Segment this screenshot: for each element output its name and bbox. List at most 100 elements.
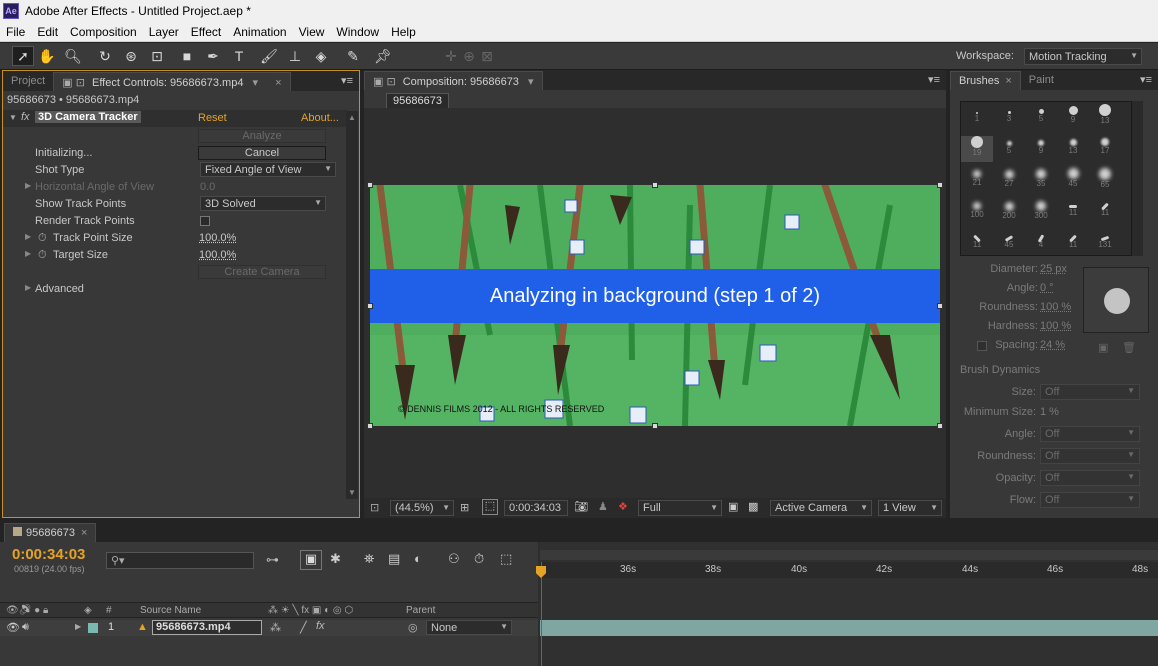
panel-menu-icon[interactable]: ▾≡ bbox=[1140, 73, 1152, 86]
magnification-dropdown[interactable]: (44.5%) ▼ bbox=[390, 500, 454, 516]
brush-tip[interactable]: 17 bbox=[1089, 136, 1121, 162]
effect-switch-icon[interactable]: fx bbox=[316, 620, 325, 632]
dropdown-icon[interactable]: ▾ bbox=[528, 76, 534, 88]
spacing-value[interactable]: 24 % bbox=[1040, 339, 1065, 351]
source-name-header[interactable]: Source Name bbox=[140, 605, 201, 616]
tab-project[interactable]: Project bbox=[3, 72, 53, 91]
size-dynamics-dropdown[interactable]: Off ▼ bbox=[1040, 384, 1140, 400]
reset-link[interactable]: Reset bbox=[198, 112, 227, 124]
tab-effect-controls[interactable]: ▣ ⊡ Effect Controls: 95686673.mp4 ▾ × bbox=[53, 72, 291, 91]
render-track-points-checkbox[interactable] bbox=[200, 216, 210, 226]
brush-tip[interactable]: 45 bbox=[1057, 168, 1089, 194]
show-track-points-dropdown[interactable]: 3D Solved ▼ bbox=[200, 196, 326, 211]
brush-tip[interactable]: 65 bbox=[1089, 168, 1121, 194]
show-snapshot-icon[interactable]: ♟ bbox=[598, 500, 608, 513]
layer-handle[interactable] bbox=[652, 182, 658, 188]
lock-icon[interactable]: ▣ ⊡ bbox=[62, 77, 85, 89]
tab-brushes[interactable]: Brushes × bbox=[950, 71, 1021, 90]
graph-editor-icon[interactable]: ⬚ bbox=[500, 551, 512, 567]
comp-mini-flowchart-icon[interactable]: ⊶ bbox=[266, 552, 279, 568]
current-time-field[interactable]: 0:00:34:03 bbox=[504, 500, 568, 516]
layer-handle[interactable] bbox=[937, 182, 943, 188]
live-update-icon[interactable]: ▣ bbox=[300, 550, 322, 570]
about-link[interactable]: About... bbox=[301, 112, 339, 124]
expand-triangle-icon[interactable]: ▶ bbox=[75, 622, 81, 631]
shot-type-dropdown[interactable]: Fixed Angle of View ▼ bbox=[200, 162, 336, 177]
time-ruler[interactable]: 36s 38s 40s 42s 44s 46s 48s bbox=[540, 562, 1158, 578]
brush-tip[interactable]: 35 bbox=[1025, 168, 1057, 194]
tab-timeline[interactable]: 95686673 × bbox=[4, 523, 97, 542]
puppet-pin-tool-icon[interactable]: 📌︎ bbox=[372, 46, 394, 66]
opacity-dynamics-dropdown[interactable]: Off ▼ bbox=[1040, 470, 1140, 486]
parent-dropdown[interactable]: None ▼ bbox=[426, 620, 512, 635]
angle-dynamics-dropdown[interactable]: Off ▼ bbox=[1040, 426, 1140, 442]
tab-composition[interactable]: ▣ ⊡ Composition: 95686673 ▾ bbox=[364, 71, 543, 90]
draft-3d-icon[interactable]: ✱ bbox=[330, 551, 341, 567]
search-input[interactable]: ⚲▾ bbox=[106, 552, 254, 569]
close-icon[interactable]: × bbox=[275, 77, 281, 89]
comp-navigator-button[interactable]: 95686673 bbox=[386, 93, 449, 109]
save-brush-icon[interactable]: ▣ bbox=[1098, 341, 1108, 354]
hardness-value[interactable]: 100 % bbox=[1040, 320, 1071, 332]
menu-effect[interactable]: Effect bbox=[185, 25, 227, 39]
visibility-eye-icon[interactable]: 👁︎ bbox=[6, 621, 20, 634]
brush-tip[interactable]: 131 bbox=[1089, 232, 1121, 258]
panel-menu-icon[interactable]: ▾≡ bbox=[341, 74, 353, 87]
brush-tip[interactable]: 27 bbox=[993, 168, 1025, 194]
expand-triangle-icon[interactable]: ▶ bbox=[25, 249, 31, 258]
layer-duration-bar[interactable] bbox=[540, 620, 1158, 636]
color-channels-icon[interactable]: ❖ bbox=[618, 500, 628, 513]
menu-file[interactable]: File bbox=[0, 25, 31, 39]
hide-shy-layers-icon[interactable]: ⛯ bbox=[364, 551, 374, 567]
timeline-graph-area[interactable]: 36s 38s 40s 42s 44s 46s 48s bbox=[536, 542, 1158, 666]
collapse-switch-icon[interactable]: ⁂ bbox=[270, 621, 281, 634]
pen-tool-icon[interactable]: ✒ bbox=[202, 46, 224, 66]
eraser-tool-icon[interactable]: ◈ bbox=[310, 46, 332, 66]
layer-row[interactable]: 👁︎ 🔊︎ ▶ 1 ▲ 95686673.mp4 ⁂ ╱ fx ◎ None ▼ bbox=[0, 620, 538, 636]
expand-triangle-icon[interactable]: ▶ bbox=[25, 181, 31, 190]
brush-tip[interactable]: 13 bbox=[1057, 136, 1089, 162]
layer-handle[interactable] bbox=[367, 423, 373, 429]
delete-brush-icon[interactable]: 🗑︎ bbox=[1122, 341, 1136, 354]
workspace-dropdown[interactable]: Motion Tracking ▼ bbox=[1024, 48, 1142, 65]
snapshot-camera-icon[interactable]: 📷︎ bbox=[574, 500, 588, 513]
flow-dynamics-dropdown[interactable]: Off ▼ bbox=[1040, 492, 1140, 508]
rectangle-tool-icon[interactable]: ■ bbox=[176, 46, 198, 66]
brush-tip[interactable]: 13 bbox=[1089, 104, 1121, 130]
fx-icon[interactable]: fx bbox=[21, 111, 30, 123]
region-icon[interactable]: ▣ bbox=[728, 500, 738, 513]
resolution-dropdown[interactable]: Full ▼ bbox=[638, 500, 722, 516]
brush-tip[interactable]: 100 bbox=[961, 200, 993, 226]
camera-view-dropdown[interactable]: Active Camera ▼ bbox=[770, 500, 872, 516]
close-icon[interactable]: × bbox=[81, 527, 87, 539]
brush-tip[interactable]: 11 bbox=[1057, 232, 1089, 258]
expand-triangle-icon[interactable]: ▶ bbox=[25, 232, 31, 241]
roto-brush-tool-icon[interactable]: ✎ bbox=[342, 46, 364, 66]
layer-handle[interactable] bbox=[652, 423, 658, 429]
zoom-tool-icon[interactable]: 🔍︎ bbox=[62, 46, 84, 66]
pick-whip-icon[interactable]: ◎ bbox=[408, 621, 418, 634]
brush-tip[interactable]: 11 bbox=[1057, 200, 1089, 226]
brush-tip[interactable]: 11 bbox=[961, 232, 993, 258]
brush-tip[interactable]: 1 bbox=[961, 104, 993, 130]
brush-tip-selected[interactable]: 19 bbox=[961, 136, 993, 162]
expand-triangle-icon[interactable]: ▶ bbox=[25, 283, 31, 292]
brush-tip[interactable]: 3 bbox=[993, 104, 1025, 130]
menu-window[interactable]: Window bbox=[330, 25, 385, 39]
menu-help[interactable]: Help bbox=[385, 25, 422, 39]
brush-tip[interactable]: 4 bbox=[1025, 232, 1057, 258]
frame-blending-icon[interactable]: ▤ bbox=[388, 551, 400, 567]
brush-tip[interactable]: 45 bbox=[993, 232, 1025, 258]
brush-tip[interactable]: 5 bbox=[993, 136, 1025, 162]
layer-handle[interactable] bbox=[937, 303, 943, 309]
axis-view-icon[interactable]: ⊠ bbox=[476, 46, 498, 66]
advanced-label[interactable]: Advanced bbox=[35, 283, 84, 295]
quality-switch-icon[interactable]: ╱ bbox=[300, 621, 307, 634]
grid-icon[interactable]: ⊞ bbox=[460, 501, 469, 514]
brush-tip[interactable]: 21 bbox=[961, 168, 993, 194]
menu-composition[interactable]: Composition bbox=[64, 25, 143, 39]
audio-speaker-icon[interactable]: 🔊︎ bbox=[22, 621, 29, 634]
work-area-bar[interactable] bbox=[540, 550, 1158, 560]
stopwatch-icon[interactable]: ⏱ bbox=[38, 249, 47, 262]
tab-paint[interactable]: Paint bbox=[1021, 71, 1062, 90]
